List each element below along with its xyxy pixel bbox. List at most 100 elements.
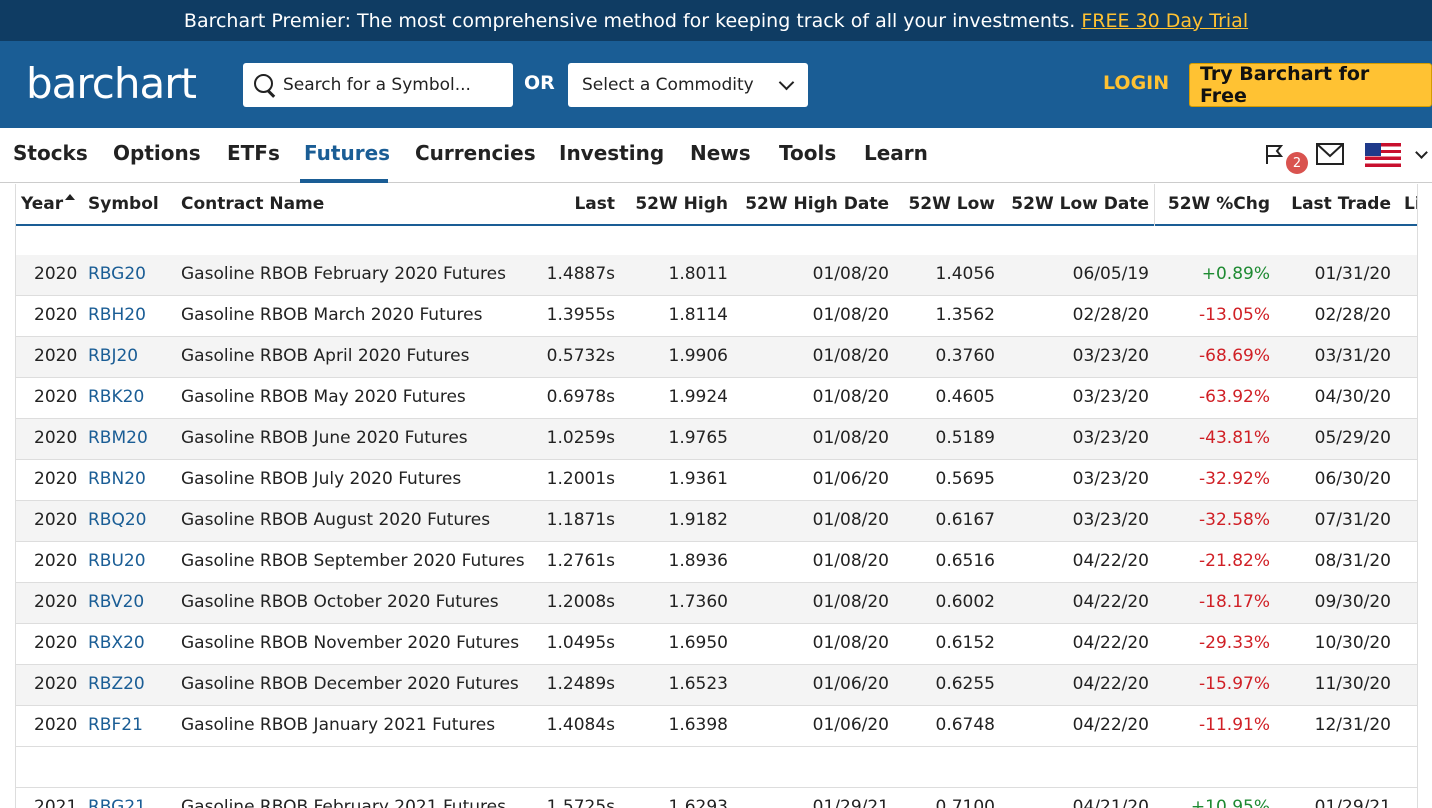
- cell-52w-high-date: 01/08/20: [812, 346, 889, 366]
- commodity-select[interactable]: Select a Commodity: [568, 63, 808, 107]
- cell-52w-low-date: 04/22/20: [1072, 674, 1149, 694]
- chevron-down-icon: [778, 74, 795, 91]
- nav-news[interactable]: News: [690, 141, 751, 165]
- table-row[interactable]: 2020 RBN20 Gasoline RBOB July 2020 Futures…: [16, 460, 1417, 501]
- col-last[interactable]: Last: [574, 194, 615, 214]
- cell-52w-chg: -68.69%: [1199, 346, 1270, 366]
- cell-symbol[interactable]: RBZ20: [88, 674, 145, 694]
- cell-year: 2020: [34, 633, 78, 653]
- cell-symbol[interactable]: RBG20: [88, 264, 146, 284]
- cell-last: 0.5732s: [546, 346, 615, 366]
- cell-last: 1.3955s: [546, 305, 615, 325]
- cell-symbol[interactable]: RBK20: [88, 387, 144, 407]
- cell-52w-high: 1.8936: [668, 551, 728, 571]
- cell-year: 2020: [34, 592, 78, 612]
- table-row[interactable]: 2020 RBX20 Gasoline RBOB November 2020 Fut…: [16, 624, 1417, 665]
- col-symbol[interactable]: Symbol: [88, 194, 159, 214]
- nav-etfs[interactable]: ETFs: [227, 141, 280, 165]
- cell-last: 1.2008s: [546, 592, 615, 612]
- mail-icon[interactable]: [1316, 143, 1344, 165]
- table-body: 2020 RBG20 Gasoline RBOB February 2020 Fut…: [16, 255, 1417, 747]
- login-link[interactable]: LOGIN: [1103, 72, 1169, 94]
- cell-52w-high-date: 01/08/20: [812, 264, 889, 284]
- col-52w-low-date[interactable]: 52W Low Date: [1011, 194, 1149, 214]
- search-input[interactable]: [283, 75, 483, 95]
- cell-symbol[interactable]: RBH20: [88, 305, 146, 325]
- table-row[interactable]: 2020 RBJ20 Gasoline RBOB April 2020 Future…: [16, 337, 1417, 378]
- group-separator: [16, 746, 1417, 788]
- nav-stocks[interactable]: Stocks: [13, 141, 88, 165]
- nav-options[interactable]: Options: [113, 141, 201, 165]
- free-trial-link[interactable]: FREE 30 Day Trial: [1081, 10, 1248, 32]
- cell-contract-name: Gasoline RBOB December 2020 Futures: [181, 674, 519, 694]
- col-52w-chg[interactable]: 52W %Chg: [1168, 194, 1270, 214]
- cell-symbol[interactable]: RBM20: [88, 428, 148, 448]
- cell-symbol[interactable]: RBG21: [88, 797, 146, 808]
- nav-currencies[interactable]: Currencies: [415, 141, 536, 165]
- table-row[interactable]: 2020 RBG20 Gasoline RBOB February 2020 Fut…: [16, 255, 1417, 296]
- cell-last-trade: 09/30/20: [1314, 592, 1391, 612]
- cell-52w-low-date: 04/21/20: [1072, 797, 1149, 808]
- commodity-select-label: Select a Commodity: [582, 75, 754, 95]
- cell-52w-high-date: 01/29/21: [812, 797, 889, 808]
- cell-last: 1.2761s: [546, 551, 615, 571]
- cell-52w-low-date: 03/23/20: [1072, 510, 1149, 530]
- cell-symbol[interactable]: RBV20: [88, 592, 144, 612]
- table-row[interactable]: 2020 RBM20 Gasoline RBOB June 2020 Futures…: [16, 419, 1417, 460]
- col-52w-high[interactable]: 52W High: [635, 194, 728, 214]
- nav-learn[interactable]: Learn: [864, 141, 928, 165]
- us-flag-icon[interactable]: [1365, 143, 1401, 167]
- nav-investing[interactable]: Investing: [559, 141, 664, 165]
- cell-contract-name: Gasoline RBOB May 2020 Futures: [181, 387, 466, 407]
- search-icon: [253, 73, 277, 97]
- cell-52w-low: 0.6167: [935, 510, 995, 530]
- table-header: Year Symbol Contract Name Last 52W High …: [16, 184, 1417, 226]
- cell-year: 2020: [34, 674, 78, 694]
- col-last-trade[interactable]: Last Trade: [1291, 194, 1391, 214]
- cell-52w-low: 1.3562: [935, 305, 995, 325]
- table-row[interactable]: 2020 RBV20 Gasoline RBOB October 2020 Futu…: [16, 583, 1417, 624]
- cell-symbol[interactable]: RBX20: [88, 633, 145, 653]
- col-52w-high-date[interactable]: 52W High Date: [745, 194, 889, 214]
- flag-icon[interactable]: [1264, 143, 1286, 165]
- table-row[interactable]: 2020 RBQ20 Gasoline RBOB August 2020 Futur…: [16, 501, 1417, 542]
- cell-symbol[interactable]: RBQ20: [88, 510, 147, 530]
- cell-last: 1.0495s: [546, 633, 615, 653]
- barchart-logo[interactable]: barchart: [26, 59, 197, 108]
- cell-year: 2020: [34, 387, 78, 407]
- nav-futures[interactable]: Futures: [304, 141, 390, 165]
- table-row[interactable]: 2020 RBH20 Gasoline RBOB March 2020 Future…: [16, 296, 1417, 337]
- col-li[interactable]: Li: [1404, 194, 1417, 214]
- cell-symbol[interactable]: RBF21: [88, 715, 143, 735]
- symbol-search[interactable]: [243, 63, 513, 107]
- cell-52w-chg: -63.92%: [1199, 387, 1270, 407]
- cell-last: 1.0259s: [546, 428, 615, 448]
- cell-52w-chg: -11.91%: [1199, 715, 1270, 735]
- cell-52w-high: 1.9906: [668, 346, 728, 366]
- try-free-button[interactable]: Try Barchart for Free: [1189, 63, 1432, 107]
- cell-symbol[interactable]: RBJ20: [88, 346, 138, 366]
- cell-52w-low: 0.6002: [935, 592, 995, 612]
- cell-52w-low: 0.5189: [935, 428, 995, 448]
- col-year[interactable]: Year: [21, 194, 63, 214]
- col-52w-low[interactable]: 52W Low: [908, 194, 995, 214]
- cell-last: 1.5725s: [546, 797, 615, 808]
- cell-symbol[interactable]: RBU20: [88, 551, 146, 571]
- col-contract-name[interactable]: Contract Name: [181, 194, 324, 214]
- cell-52w-high: 1.7360: [668, 592, 728, 612]
- cell-52w-high: 1.9924: [668, 387, 728, 407]
- cell-last-trade: 11/30/20: [1314, 674, 1391, 694]
- nav-tools[interactable]: Tools: [779, 141, 836, 165]
- cell-52w-low-date: 04/22/20: [1072, 633, 1149, 653]
- alert-count-badge: 2: [1286, 152, 1308, 174]
- cell-last-trade: 10/30/20: [1314, 633, 1391, 653]
- cell-contract-name: Gasoline RBOB July 2020 Futures: [181, 469, 462, 489]
- table-row[interactable]: 2020 RBU20 Gasoline RBOB September 2020 Fu…: [16, 542, 1417, 583]
- table-row[interactable]: 2020 RBZ20 Gasoline RBOB December 2020 Fut…: [16, 665, 1417, 706]
- table-row[interactable]: 2020 RBF21 Gasoline RBOB January 2021 Futu…: [16, 706, 1417, 747]
- table-row[interactable]: 2021 RBG21 Gasoline RBOB February 2021 Fut…: [16, 788, 1417, 808]
- cell-symbol[interactable]: RBN20: [88, 469, 146, 489]
- cell-52w-chg: +0.89%: [1201, 264, 1270, 284]
- table-row[interactable]: 2020 RBK20 Gasoline RBOB May 2020 Futures 0…: [16, 378, 1417, 419]
- cell-contract-name: Gasoline RBOB November 2020 Futures: [181, 633, 520, 653]
